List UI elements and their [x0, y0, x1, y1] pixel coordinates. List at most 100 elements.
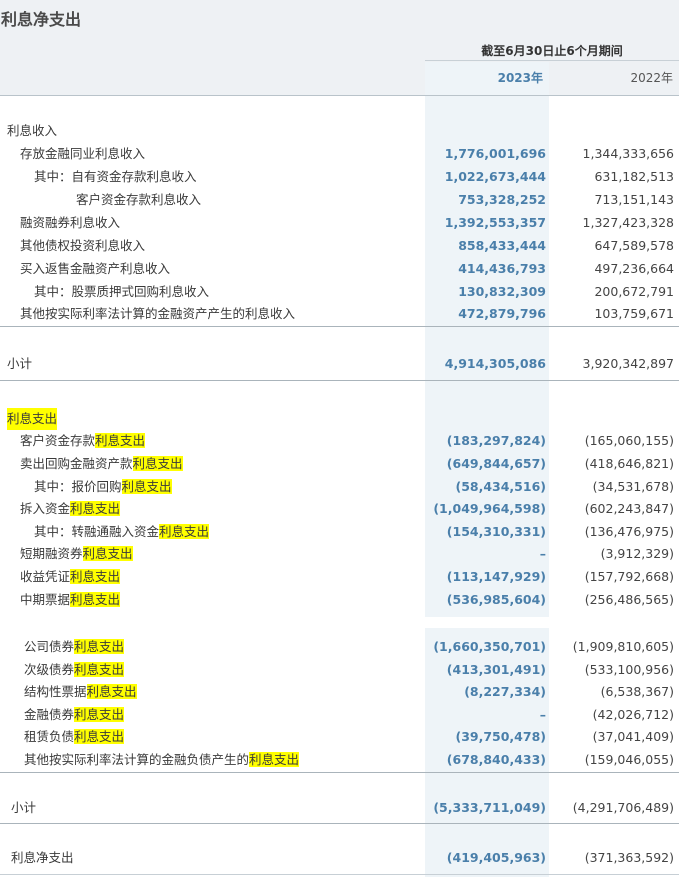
table-row: 其他按实际利率法计算的金融资产产生的利息收入 472,879,796 103,7…: [0, 303, 679, 325]
value-current: (39,750,478): [455, 729, 546, 744]
row-label: 结构性票据利息支出: [24, 684, 137, 699]
table-row: 其中：自有资金存款利息收入 1,022,673,444 631,182,513: [0, 166, 679, 188]
table-row: 中期票据利息支出 (536,985,604) (256,486,565): [0, 589, 679, 611]
value-prior: 631,182,513: [594, 169, 674, 184]
highlighted-text: 利息支出: [95, 433, 146, 448]
value-prior: 647,589,578: [594, 238, 674, 253]
value-prior: (371,363,592): [584, 850, 674, 865]
value-current: (649,844,657): [446, 456, 546, 471]
expense-section-row: 利息支出: [0, 408, 679, 430]
value-current: (183,297,824): [446, 433, 546, 448]
row-label: 中期票据利息支出: [20, 592, 121, 607]
table-row: 次级债券利息支出 (413,301,491) (533,100,956): [0, 659, 679, 681]
value-prior: (4,291,706,489): [572, 800, 674, 815]
table-row: 卖出回购金融资产款利息支出 (649,844,657) (418,646,821…: [0, 453, 679, 475]
value-prior: (34,531,678): [592, 479, 674, 494]
row-label: 利息净支出: [11, 850, 74, 865]
table-row: 存放金融同业利息收入 1,776,001,696 1,344,333,656: [0, 143, 679, 165]
highlighted-text: 利息支出: [121, 479, 172, 494]
value-current: 1,392,553,357: [444, 215, 546, 230]
value-current: 1,776,001,696: [444, 146, 546, 161]
row-label: 其中：报价回购利息支出: [34, 479, 172, 494]
row-label: 其他债权投资利息收入: [20, 238, 146, 253]
highlighted-text: 利息支出: [70, 569, 121, 584]
value-current: 472,879,796: [458, 306, 546, 321]
income-section-label: 利息收入: [7, 123, 58, 138]
value-prior: (136,476,975): [584, 524, 674, 539]
highlighted-text: 利息支出: [159, 524, 210, 539]
highlighted-text: 利息支出: [74, 729, 125, 744]
value-current: (536,985,604): [446, 592, 546, 607]
row-label: 融资融券利息收入: [20, 215, 121, 230]
value-current: –: [539, 546, 546, 561]
value-prior: 1,327,423,328: [582, 215, 674, 230]
value-prior: (6,538,367): [600, 684, 674, 699]
value-current: 130,832,309: [458, 284, 546, 299]
value-current: 4,914,305,086: [444, 356, 546, 371]
value-current: (154,310,331): [446, 524, 546, 539]
row-label: 存放金融同业利息收入: [20, 146, 146, 161]
highlighted-text: 利息支出: [74, 707, 125, 722]
value-current: (58,434,516): [455, 479, 546, 494]
row-label: 其他按实际利率法计算的金融负债产生的利息支出: [24, 752, 300, 767]
highlighted-text: 利息支出: [82, 546, 133, 561]
value-current: 753,328,252: [458, 192, 546, 207]
value-prior: 103,759,671: [594, 306, 674, 321]
row-label: 小计: [11, 800, 37, 815]
row-label: 短期融资券利息支出: [20, 546, 133, 561]
row-label: 其中：自有资金存款利息收入: [34, 169, 197, 184]
row-label: 其他按实际利率法计算的金融资产产生的利息收入: [20, 306, 296, 321]
table-row: 客户资金存款利息支出 (183,297,824) (165,060,155): [0, 430, 679, 452]
value-prior: (165,060,155): [584, 433, 674, 448]
value-prior: (1,909,810,605): [572, 639, 674, 654]
value-current: (8,227,334): [464, 684, 546, 699]
value-prior: (157,792,668): [584, 569, 674, 584]
income-section-row: 利息收入: [0, 120, 679, 142]
value-current: (678,840,433): [446, 752, 546, 767]
table-row: 拆入资金利息支出 (1,049,964,598) (602,243,847): [0, 498, 679, 520]
row-label: 客户资金存款利息收入: [76, 192, 202, 207]
table-row: 其中：报价回购利息支出 (58,434,516) (34,531,678): [0, 476, 679, 498]
bottom-divider: [0, 874, 679, 875]
value-prior: 497,236,664: [594, 261, 674, 276]
value-current: –: [539, 707, 546, 722]
table-row: 公司债券利息支出 (1,660,350,701) (1,909,810,605): [0, 636, 679, 658]
table-row: 其中：股票质押式回购利息收入 130,832,309 200,672,791: [0, 281, 679, 303]
table-row: 结构性票据利息支出 (8,227,334) (6,538,367): [0, 681, 679, 703]
value-prior: (533,100,956): [584, 662, 674, 677]
row-label: 客户资金存款利息支出: [20, 433, 146, 448]
table-row: 其他债权投资利息收入 858,433,444 647,589,578: [0, 235, 679, 257]
value-current: 858,433,444: [458, 238, 546, 253]
value-prior: (418,646,821): [584, 456, 674, 471]
table-row: 客户资金存款利息收入 753,328,252 713,151,143: [0, 189, 679, 211]
highlighted-text: 利息支出: [132, 456, 183, 471]
divider: [0, 326, 679, 327]
net-row: 利息净支出 (419,405,963) (371,363,592): [0, 847, 679, 869]
value-current: 414,436,793: [458, 261, 546, 276]
value-prior: (37,041,409): [592, 729, 674, 744]
value-prior: (42,026,712): [592, 707, 674, 722]
value-current: (413,301,491): [446, 662, 546, 677]
table-row: 租赁负债利息支出 (39,750,478) (37,041,409): [0, 726, 679, 748]
table-row: 金融债券利息支出 – (42,026,712): [0, 704, 679, 726]
income-subtotal-row: 小计 4,914,305,086 3,920,342,897: [0, 353, 679, 375]
row-label: 拆入资金利息支出: [20, 501, 121, 516]
value-prior: (159,046,055): [584, 752, 674, 767]
row-label: 买入返售金融资产利息收入: [20, 261, 171, 276]
value-current: (1,660,350,701): [433, 639, 546, 654]
table-row: 买入返售金融资产利息收入 414,436,793 497,236,664: [0, 258, 679, 280]
row-label: 小计: [7, 356, 33, 371]
value-current: (419,405,963): [446, 850, 546, 865]
value-current: (1,049,964,598): [433, 501, 546, 516]
divider: [0, 380, 679, 381]
value-prior: (602,243,847): [584, 501, 674, 516]
value-prior: 3,920,342,897: [582, 356, 674, 371]
value-prior: (256,486,565): [584, 592, 674, 607]
value-current: 1,022,673,444: [444, 169, 546, 184]
table-row: 其他按实际利率法计算的金融负债产生的利息支出 (678,840,433) (15…: [0, 749, 679, 771]
highlighted-text: 利息支出: [86, 684, 137, 699]
year-prior: 2022年: [630, 71, 673, 85]
table-row: 其中：转融通融入资金利息支出 (154,310,331) (136,476,97…: [0, 521, 679, 543]
row-label: 公司债券利息支出: [24, 639, 125, 654]
period-heading: 截至6月30日止6个月期间: [481, 44, 623, 58]
